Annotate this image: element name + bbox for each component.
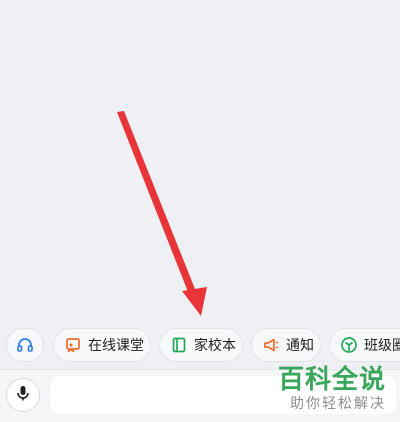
- voice-input-button[interactable]: [6, 378, 40, 412]
- headset-icon: [16, 336, 34, 354]
- watermark-subtitle: 助你轻松解决: [290, 396, 386, 412]
- notice-label: 通知: [286, 338, 314, 354]
- online-class-chip[interactable]: 在线课堂: [53, 328, 151, 362]
- quick-action-bar: 在线课堂 家校本 通知 班级圈: [0, 326, 400, 366]
- watermark-title: 百科全说: [277, 365, 386, 395]
- class-circle-chip[interactable]: 班级圈: [329, 328, 400, 362]
- class-circle-icon: [340, 336, 358, 354]
- class-circle-label: 班级圈: [364, 338, 400, 354]
- family-school-book-chip[interactable]: 家校本: [159, 328, 243, 362]
- chat-message-area: [0, 0, 400, 320]
- homework-book-icon: [170, 336, 188, 354]
- family-school-book-label: 家校本: [194, 338, 236, 354]
- online-class-label: 在线课堂: [88, 338, 144, 354]
- customer-service-button[interactable]: [6, 328, 44, 362]
- microphone-icon: [14, 384, 32, 406]
- notice-chip[interactable]: 通知: [251, 328, 321, 362]
- watermark: 百科全说 助你轻松解决: [278, 365, 386, 413]
- online-class-icon: [64, 336, 82, 354]
- megaphone-icon: [262, 336, 280, 354]
